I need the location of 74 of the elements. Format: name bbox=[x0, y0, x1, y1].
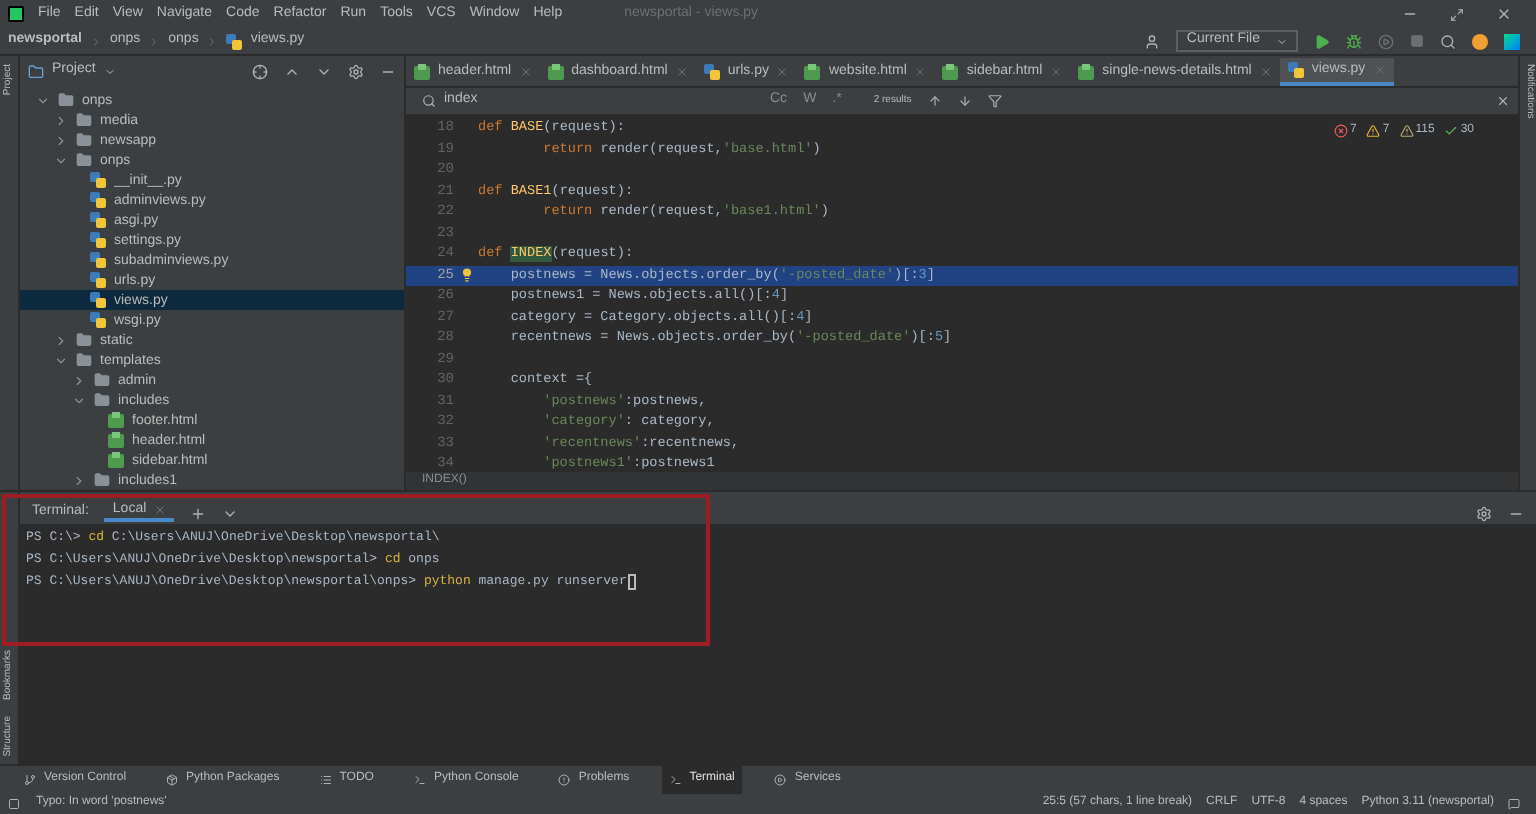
package-icon bbox=[166, 773, 179, 785]
app-logo bbox=[8, 6, 24, 22]
check-icon bbox=[1444, 124, 1459, 138]
play-circle-icon bbox=[774, 773, 787, 785]
terminal-icon bbox=[669, 773, 682, 785]
debug-icon[interactable] bbox=[1346, 33, 1362, 49]
next-icon[interactable] bbox=[957, 94, 972, 108]
previous-icon[interactable] bbox=[927, 94, 942, 108]
add-icon[interactable] bbox=[190, 506, 207, 522]
html-file-icon bbox=[108, 432, 124, 448]
folder-icon bbox=[76, 152, 92, 168]
filter-icon[interactable] bbox=[987, 94, 1002, 108]
chevron-right-icon[interactable] bbox=[54, 333, 68, 347]
folder-icon bbox=[76, 112, 92, 128]
caret-icon[interactable] bbox=[222, 506, 239, 522]
console-icon bbox=[413, 773, 426, 785]
html-file-icon bbox=[547, 64, 564, 80]
chevron-right-icon[interactable] bbox=[72, 473, 86, 487]
lightbulb-icon[interactable] bbox=[459, 268, 473, 283]
close-icon[interactable] bbox=[1496, 94, 1510, 108]
close-tab-icon[interactable] bbox=[154, 504, 167, 516]
chevron-down-icon[interactable] bbox=[54, 153, 68, 167]
close-tab-icon[interactable] bbox=[1259, 66, 1272, 78]
folder-icon bbox=[94, 472, 110, 488]
ide-logo[interactable] bbox=[1504, 33, 1520, 49]
folder-icon bbox=[76, 352, 92, 368]
python-file-icon bbox=[1287, 62, 1304, 78]
caret-icon[interactable] bbox=[103, 65, 116, 77]
folder-icon bbox=[94, 392, 110, 408]
html-file-icon bbox=[414, 64, 430, 80]
python-file-icon bbox=[703, 64, 720, 80]
close-tab-icon[interactable] bbox=[1050, 66, 1063, 78]
html-file-icon bbox=[108, 452, 124, 468]
folder-icon bbox=[76, 332, 92, 348]
python-file-icon bbox=[226, 33, 243, 49]
settings-icon[interactable] bbox=[348, 63, 364, 79]
search-icon bbox=[422, 94, 436, 108]
locate-icon[interactable] bbox=[252, 63, 268, 79]
update-icon[interactable] bbox=[1472, 33, 1488, 49]
html-file-icon bbox=[108, 412, 124, 428]
close-tab-icon[interactable] bbox=[519, 66, 532, 78]
folder-icon bbox=[94, 372, 110, 388]
stop-icon[interactable] bbox=[1410, 34, 1424, 48]
close-tab-icon[interactable] bbox=[776, 66, 789, 78]
settings-icon[interactable] bbox=[1476, 506, 1492, 522]
project-icon bbox=[28, 63, 44, 79]
caret-icon bbox=[1276, 35, 1288, 47]
warning-icon bbox=[1366, 124, 1381, 138]
chevron-down-icon[interactable] bbox=[72, 393, 86, 407]
html-file-icon bbox=[1078, 64, 1095, 80]
close-tab-icon[interactable] bbox=[914, 66, 927, 78]
text-cursor bbox=[628, 573, 637, 589]
folder-icon bbox=[76, 132, 92, 148]
folder-icon bbox=[58, 92, 74, 108]
weak-warning-icon bbox=[1399, 124, 1414, 138]
status-icon[interactable] bbox=[8, 797, 20, 809]
close-icon[interactable] bbox=[1496, 6, 1512, 22]
branch-icon bbox=[24, 773, 36, 785]
alert-icon bbox=[558, 773, 571, 785]
separator-icon bbox=[148, 35, 161, 47]
list-icon bbox=[319, 773, 332, 785]
restore-icon[interactable] bbox=[1450, 7, 1464, 21]
search-icon[interactable] bbox=[1440, 33, 1456, 49]
error-icon bbox=[1334, 124, 1349, 138]
close-tab-icon[interactable] bbox=[675, 66, 688, 78]
chevron-down-icon[interactable] bbox=[54, 353, 68, 367]
html-file-icon bbox=[942, 64, 959, 80]
user-icon[interactable] bbox=[1144, 33, 1161, 49]
chevron-down-icon[interactable] bbox=[36, 93, 50, 107]
separator-icon bbox=[89, 35, 102, 47]
html-file-icon bbox=[804, 64, 821, 80]
chevron-right-icon[interactable] bbox=[72, 373, 86, 387]
run-icon[interactable] bbox=[1314, 33, 1330, 49]
separator-icon bbox=[206, 35, 219, 47]
